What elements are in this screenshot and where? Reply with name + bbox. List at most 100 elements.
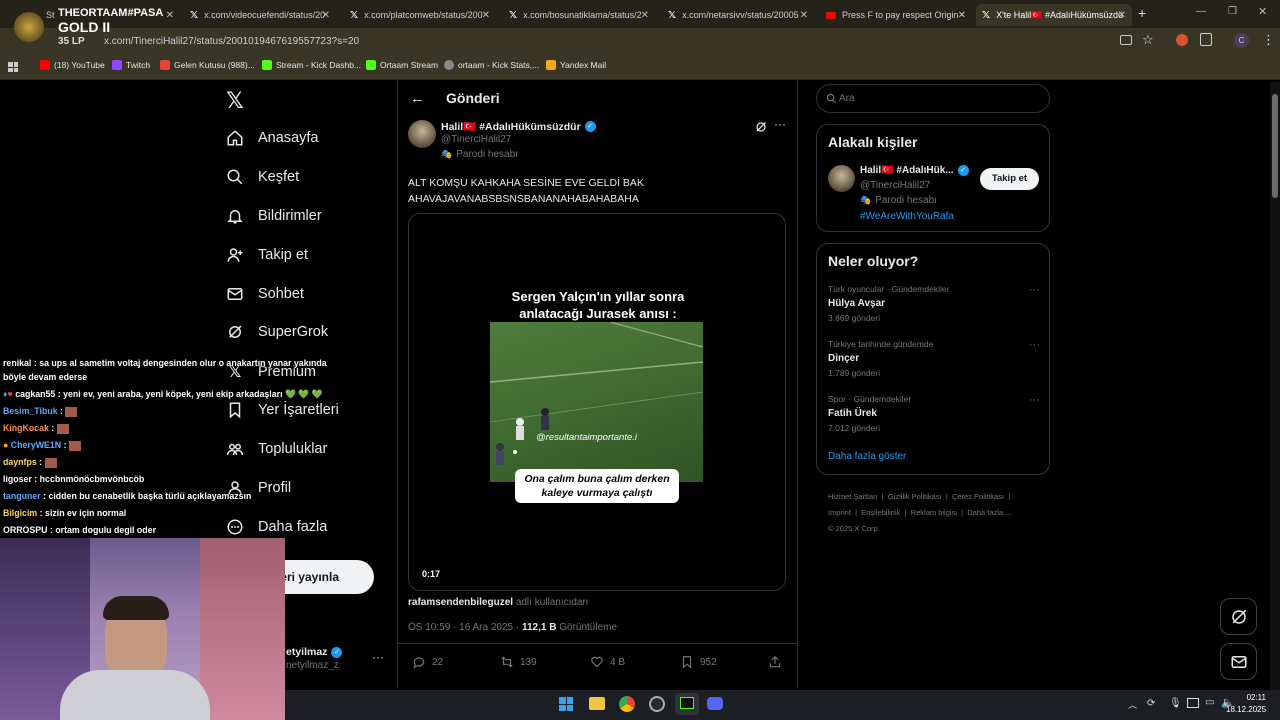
- footer-link[interactable]: Daha fazla ...: [967, 508, 1011, 517]
- discord-icon[interactable]: [707, 697, 723, 710]
- search-box[interactable]: Ara: [816, 84, 1050, 113]
- video-source-user[interactable]: rafamsendenbileguzel: [408, 597, 513, 608]
- tab-close-icon[interactable]: ✕: [958, 10, 966, 21]
- trend-more-icon[interactable]: ···: [1029, 339, 1040, 351]
- post-timestamp[interactable]: ÖS 10:59 · 16 Ara 2025 ·: [408, 622, 519, 633]
- grok-floating-button[interactable]: [1220, 598, 1257, 635]
- tray-app-icon[interactable]: ⟳: [1147, 698, 1155, 709]
- repost-button[interactable]: 139: [500, 655, 537, 669]
- file-explorer-icon[interactable]: [589, 697, 605, 710]
- like-button[interactable]: 4 B: [590, 655, 625, 669]
- windows-start-icon[interactable]: [559, 697, 573, 711]
- tab-label: x.com/netarsivv/status/20005: [682, 10, 799, 20]
- bookmark-kick-stats[interactable]: ortaam - Kick Stats,...: [444, 60, 539, 70]
- search-input[interactable]: Ara: [839, 93, 855, 104]
- nav-item-explore[interactable]: Keşfet: [226, 168, 299, 186]
- tab-close-icon[interactable]: ✕: [482, 10, 490, 21]
- related-name-row[interactable]: Halil🇹🇷 #AdalıHük... ✓: [860, 165, 969, 176]
- bookmark-ortaam-stream[interactable]: Ortaam Stream: [366, 60, 438, 70]
- trend-item[interactable]: Spor · Gündemdekiler Fatih Ürek 7.012 gö…: [828, 394, 1040, 433]
- reply-button[interactable]: 22: [412, 655, 443, 669]
- follow-button[interactable]: Takip et: [980, 168, 1039, 190]
- share-button[interactable]: [768, 655, 782, 674]
- tab-close-icon[interactable]: ✕: [641, 10, 649, 21]
- microphone-icon[interactable]: 🎙: [1169, 698, 1182, 709]
- browser-tab-active[interactable]: 𝕏 X'te Halil🇹🇷 #AdalıHükümsüzdü ✕: [976, 4, 1132, 26]
- author-avatar[interactable]: [408, 120, 436, 148]
- footer-link[interactable]: Hizmet Şartları: [828, 492, 878, 501]
- star-icon[interactable]: ☆: [1142, 32, 1154, 48]
- tab-close-icon[interactable]: ✕: [322, 10, 330, 21]
- browser-tab[interactable]: Press F to pay respect Origin - ✕: [820, 4, 972, 26]
- taskbar-clock-time[interactable]: 02:11: [1242, 693, 1266, 702]
- extension-icon[interactable]: [1176, 34, 1188, 46]
- x-logo-icon[interactable]: 𝕏: [226, 88, 244, 114]
- nav-item-notifications[interactable]: Bildirimler: [226, 207, 322, 225]
- account-more-icon[interactable]: ···: [372, 650, 384, 664]
- network-icon[interactable]: ▭: [1205, 697, 1214, 708]
- chrome-icon[interactable]: [619, 696, 635, 712]
- nav-item-communities[interactable]: Topluluklar: [226, 440, 327, 458]
- video-caption-bottom: Ona çalım buna çalım derken kaleye vurma…: [515, 469, 679, 503]
- scrollbar-thumb[interactable]: [1272, 94, 1278, 198]
- show-more-link[interactable]: Daha fazla göster: [828, 451, 906, 462]
- account-switcher[interactable]: etyilmaz ✓: [286, 646, 343, 658]
- back-arrow-icon[interactable]: ←: [410, 90, 425, 107]
- bookmark-twitch[interactable]: Twitch: [112, 60, 150, 70]
- scrollbar[interactable]: [1270, 82, 1280, 690]
- extensions-puzzle-icon[interactable]: [1200, 33, 1212, 46]
- related-avatar[interactable]: [828, 165, 855, 192]
- chat-message: tanguner : cidden bu cenabetlik başka tü…: [3, 491, 252, 501]
- author-name: Halil🇹🇷 #AdalıHükümsüzdür: [441, 121, 581, 133]
- grok-icon[interactable]: [755, 120, 767, 132]
- display-icon[interactable]: [1187, 698, 1199, 708]
- nav-item-more[interactable]: Daha fazla: [226, 518, 327, 536]
- nav-item-supergrok[interactable]: SuperGrok: [226, 323, 328, 341]
- browser-tab[interactable]: 𝕏x.com/bosunatiklama/status/2 ✕: [503, 4, 655, 26]
- nav-item-bookmarks[interactable]: Yer İşaretleri: [226, 401, 339, 419]
- profile-avatar-icon[interactable]: C: [1234, 33, 1249, 48]
- bookmark-button[interactable]: 952: [680, 655, 717, 669]
- tab-close-icon[interactable]: ✕: [1118, 10, 1126, 21]
- window-close-icon[interactable]: ✕: [1258, 5, 1267, 18]
- search-icon: [226, 168, 244, 186]
- app-icon[interactable]: [649, 696, 665, 712]
- url-field[interactable]: x.com/TinerciHalil27/status/200101946761…: [70, 32, 1170, 52]
- post-more-icon[interactable]: ···: [774, 117, 786, 131]
- browser-tab[interactable]: 𝕏x.com/platcomweb/status/200 ✕: [344, 4, 496, 26]
- taskbar-active-app[interactable]: [675, 693, 699, 715]
- apps-grid-icon[interactable]: [8, 62, 18, 72]
- footer-link[interactable]: Gizlilik Politikası: [888, 492, 942, 501]
- trend-more-icon[interactable]: ···: [1029, 394, 1040, 406]
- browser-menu-icon[interactable]: ⋮: [1262, 32, 1275, 48]
- taskbar-clock-date[interactable]: 18.12.2025: [1226, 705, 1266, 714]
- trend-item[interactable]: Türkiye tarihinde gündemde Dinçer 1.789 …: [828, 339, 1040, 378]
- author-handle[interactable]: @TinerciHalil27: [441, 134, 511, 145]
- trend-item[interactable]: Türk oyuncular · Gündemdekiler Hülya Avş…: [828, 284, 1040, 323]
- maximize-icon[interactable]: ❐: [1228, 6, 1237, 17]
- sidebar-footer: Hizmet Şartları | Gizlilik Politikası | …: [828, 489, 1048, 537]
- browser-tab[interactable]: 𝕏x.com/videocuefendi/status/20 ✕: [184, 4, 336, 26]
- bookmark-yandex-mail[interactable]: Yandex Mail: [546, 60, 606, 70]
- footer-link[interactable]: Reklam bilgisi: [911, 508, 957, 517]
- footer-link[interactable]: Çerez Politikası: [952, 492, 1004, 501]
- bookmark-youtube[interactable]: (18) YouTube: [40, 60, 105, 70]
- tray-chevron-icon[interactable]: ︿: [1128, 698, 1137, 711]
- trend-more-icon[interactable]: ···: [1029, 284, 1040, 296]
- footer-link[interactable]: Erişilebilirlik: [861, 508, 900, 517]
- footer-link[interactable]: Imprint: [828, 508, 851, 517]
- messages-floating-button[interactable]: [1220, 643, 1257, 680]
- author-name-row[interactable]: Halil🇹🇷 #AdalıHükümsüzdür ✓: [441, 120, 596, 133]
- nav-item-follow[interactable]: Takip et: [226, 246, 308, 264]
- bookmark-kick-dashboard[interactable]: Stream - Kick Dashb...: [262, 60, 361, 70]
- minimize-icon[interactable]: —: [1196, 6, 1206, 17]
- video-player[interactable]: Sergen Yalçın'ın yıllar sonra anlatacağı…: [408, 213, 786, 591]
- bookmark-gmail[interactable]: Gelen Kutusu (988)...: [160, 60, 255, 70]
- install-app-icon[interactable]: [1120, 35, 1132, 45]
- related-bio-hashtag[interactable]: #WeAreWithYouRafa: [860, 211, 954, 222]
- tab-close-icon[interactable]: ✕: [800, 10, 808, 21]
- nav-item-chat[interactable]: Sohbet: [226, 285, 304, 303]
- browser-tab[interactable]: 𝕏x.com/netarsivv/status/20005 ✕: [662, 4, 814, 26]
- nav-item-home[interactable]: Anasayfa: [226, 129, 318, 147]
- new-tab-icon[interactable]: +: [1138, 5, 1146, 21]
